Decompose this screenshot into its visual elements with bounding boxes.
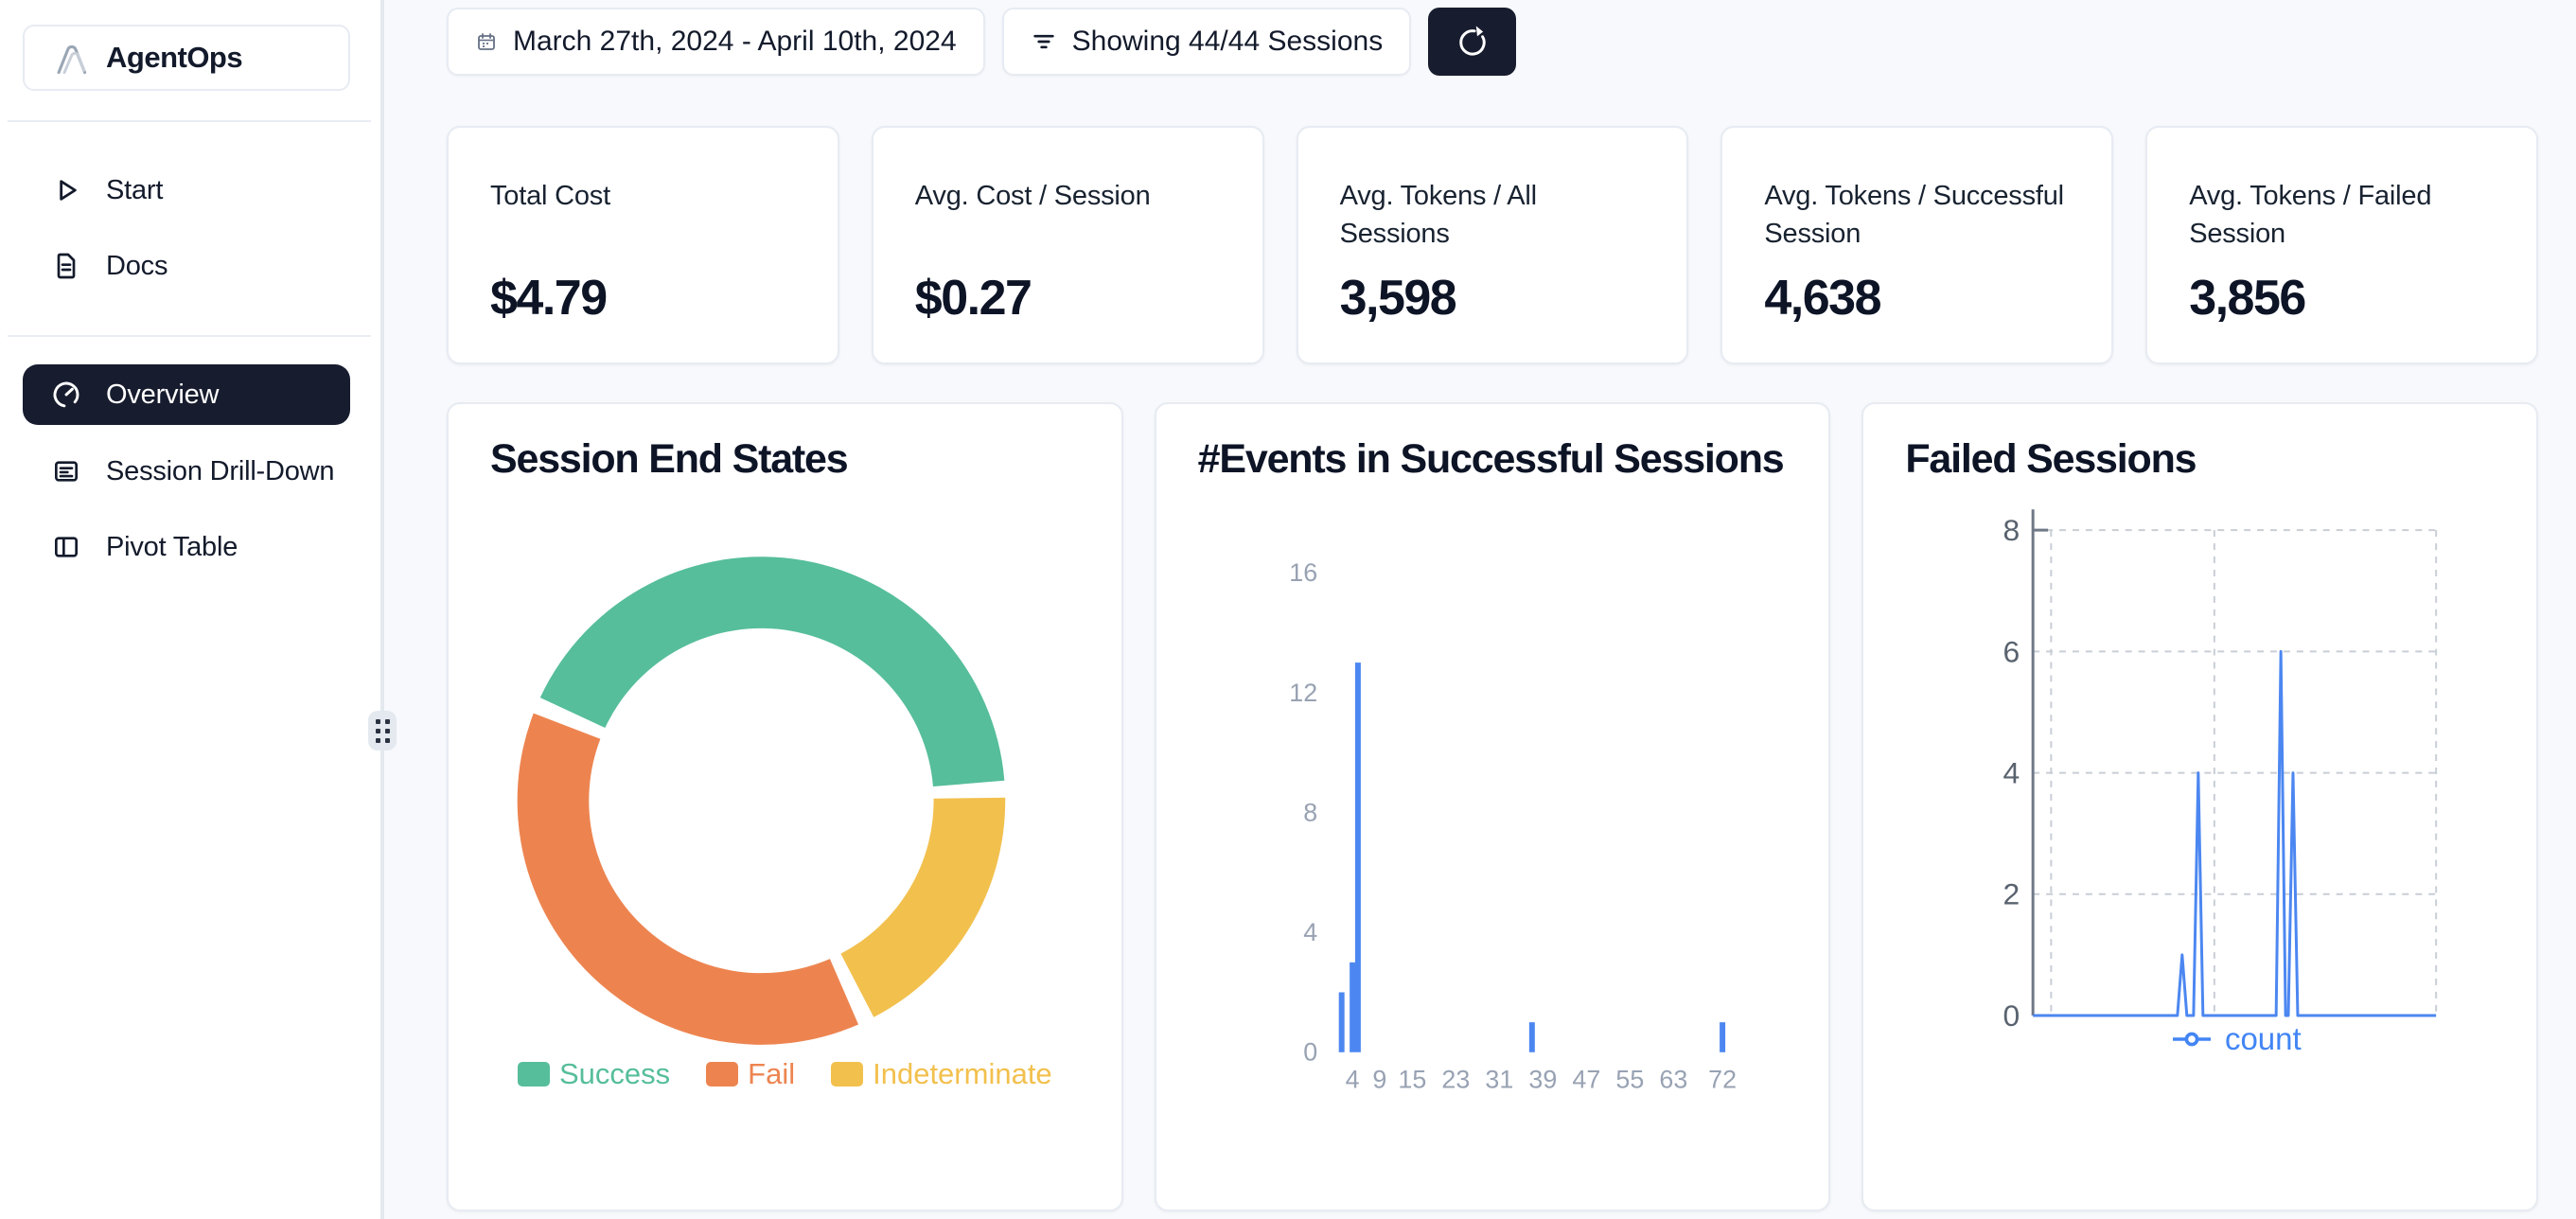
- stat-label: Avg. Tokens / All Sessions: [1340, 177, 1646, 253]
- sidebar-item-overview[interactable]: Overview: [23, 364, 350, 425]
- svg-text:23: 23: [1441, 1066, 1470, 1094]
- filter-icon: [1031, 28, 1057, 55]
- svg-text:15: 15: [1398, 1066, 1426, 1094]
- stat-value: 3,598: [1340, 270, 1456, 327]
- sidebar-divider: [8, 335, 371, 337]
- sidebar-item-label: Start: [106, 175, 163, 206]
- play-icon: [51, 175, 81, 205]
- svg-text:8: 8: [1303, 798, 1317, 826]
- sidebar-item-start[interactable]: Start: [23, 161, 350, 220]
- svg-text:55: 55: [1615, 1066, 1644, 1094]
- sidebar-item-docs[interactable]: Docs: [23, 237, 350, 295]
- svg-text:2: 2: [2003, 877, 2020, 911]
- legend-swatch: [706, 1062, 738, 1086]
- stat-card-avg-tokens-all: Avg. Tokens / All Sessions 3,598: [1297, 126, 1689, 364]
- events-successful-sessions-card: #Events in Successful Sessions 048121649…: [1155, 402, 1831, 1211]
- line-legend-label: count: [2225, 1021, 2302, 1057]
- brand-logo-box[interactable]: AgentOps: [23, 25, 350, 91]
- date-range-button[interactable]: March 27th, 2024 - April 10th, 2024: [447, 8, 985, 76]
- main-content: March 27th, 2024 - April 10th, 2024 Show…: [384, 0, 2576, 1219]
- legend-item-success[interactable]: Success: [518, 1057, 670, 1091]
- legend-label: Indeterminate: [873, 1057, 1052, 1091]
- svg-text:63: 63: [1659, 1066, 1687, 1094]
- sessions-filter-button[interactable]: Showing 44/44 Sessions: [1002, 8, 1412, 76]
- svg-text:0: 0: [1303, 1038, 1317, 1067]
- line-legend-marker-icon: [2172, 1031, 2212, 1048]
- svg-text:4: 4: [2003, 756, 2020, 790]
- stat-value: 3,856: [2189, 270, 2305, 327]
- svg-text:16: 16: [1289, 558, 1317, 587]
- sidebar-item-label: Overview: [106, 380, 219, 411]
- legend-label: Fail: [748, 1057, 795, 1091]
- stat-cards-row: Total Cost $4.79 Avg. Cost / Session $0.…: [447, 126, 2538, 364]
- refresh-icon: [1453, 22, 1492, 62]
- stat-card-avg-tokens-failed: Avg. Tokens / Failed Session 3,856: [2145, 126, 2538, 364]
- sidebar-item-label: Pivot Table: [106, 532, 238, 563]
- agentops-paperclip-icon: [49, 37, 91, 79]
- failed-sessions-card: Failed Sessions 02468 count: [1861, 402, 2538, 1211]
- failed-sessions-line-chart: 0 2 4 6 8: [1863, 404, 2536, 1210]
- stat-value: $0.27: [915, 270, 1032, 327]
- stat-value: $4.79: [490, 270, 607, 327]
- svg-text:31: 31: [1485, 1066, 1513, 1094]
- gauge-icon: [51, 380, 81, 410]
- pivot-icon: [51, 532, 81, 562]
- docs-icon: [51, 251, 81, 281]
- count-legend[interactable]: count: [2034, 1021, 2439, 1057]
- svg-text:0: 0: [2003, 998, 2020, 1033]
- events-bar-chart: 0481216491523313947556372: [1156, 404, 1829, 1210]
- stat-label: Avg. Cost / Session: [915, 177, 1221, 215]
- legend-label: Success: [559, 1057, 670, 1091]
- legend-swatch: [518, 1062, 550, 1086]
- svg-text:47: 47: [1572, 1066, 1600, 1094]
- svg-text:8: 8: [2003, 513, 2020, 547]
- svg-text:39: 39: [1528, 1066, 1557, 1094]
- stat-label: Avg. Tokens / Failed Session: [2189, 177, 2495, 253]
- refresh-button[interactable]: [1428, 8, 1516, 76]
- svg-text:4: 4: [1345, 1066, 1359, 1094]
- sidebar-item-pivot-table[interactable]: Pivot Table: [23, 518, 350, 576]
- brand-name: AgentOps: [106, 41, 242, 75]
- calendar-icon: [475, 30, 498, 53]
- list-icon: [51, 456, 81, 486]
- sidebar-item-label: Docs: [106, 251, 168, 282]
- sidebar-divider: [8, 120, 371, 122]
- stat-value: 4,638: [1764, 270, 1880, 327]
- stat-card-avg-cost-session: Avg. Cost / Session $0.27: [872, 126, 1264, 364]
- stat-card-total-cost: Total Cost $4.79: [447, 126, 839, 364]
- donut-legend: Success Fail Indeterminate: [449, 1057, 1121, 1091]
- sidebar-item-label: Session Drill-Down: [106, 456, 334, 487]
- sidebar-item-session-drill-down[interactable]: Session Drill-Down: [23, 442, 350, 501]
- svg-text:6: 6: [2003, 634, 2020, 668]
- toolbar: March 27th, 2024 - April 10th, 2024 Show…: [447, 8, 2538, 76]
- stat-label: Avg. Tokens / Successful Session: [1764, 177, 2070, 253]
- svg-text:12: 12: [1289, 679, 1317, 707]
- session-end-states-card: Session End States Success Fail Indeterm…: [447, 402, 1123, 1211]
- stat-card-avg-tokens-successful: Avg. Tokens / Successful Session 4,638: [1720, 126, 2113, 364]
- legend-item-indeterminate[interactable]: Indeterminate: [831, 1057, 1052, 1091]
- sidebar: AgentOps Start Docs Overview Session D: [0, 0, 382, 1219]
- date-range-label: March 27th, 2024 - April 10th, 2024: [513, 26, 957, 58]
- svg-text:4: 4: [1303, 918, 1317, 946]
- svg-text:72: 72: [1708, 1066, 1737, 1094]
- stat-label: Total Cost: [490, 177, 796, 215]
- sessions-filter-label: Showing 44/44 Sessions: [1072, 26, 1384, 58]
- svg-text:9: 9: [1372, 1066, 1386, 1094]
- legend-item-fail[interactable]: Fail: [706, 1057, 795, 1091]
- legend-swatch: [831, 1062, 863, 1086]
- chart-cards-row: Session End States Success Fail Indeterm…: [447, 402, 2538, 1211]
